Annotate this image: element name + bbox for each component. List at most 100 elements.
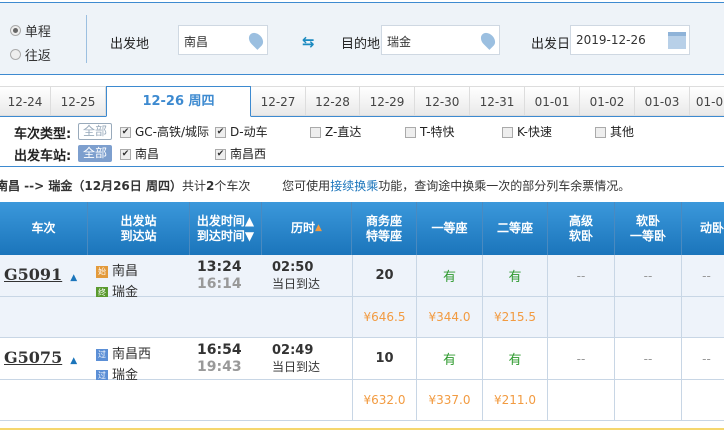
transfer-link[interactable]: 接续换乘	[330, 179, 378, 193]
type-filter-checkbox[interactable]: ✔ D-动车	[215, 123, 268, 140]
date-tab[interactable]: 12-28	[306, 86, 360, 116]
date-tab[interactable]: 01-01	[525, 86, 580, 116]
station-filter-checkbox[interactable]: ✔ 南昌西	[215, 145, 266, 162]
col-duration[interactable]: 历时 ▲	[262, 202, 352, 255]
expand-arrow-icon[interactable]: ▲	[70, 273, 77, 283]
date-tab[interactable]: 12-30	[415, 86, 470, 116]
col-business: 商务座 特等座	[352, 202, 417, 255]
seat-availability-cell: --	[548, 255, 615, 296]
col-emu-label: 动卧	[699, 221, 724, 235]
col-business-l1: 商务座	[365, 213, 402, 228]
divider	[86, 15, 87, 63]
checkbox-icon: ✔	[120, 127, 131, 138]
checkbox-label: 其他	[610, 125, 635, 139]
col-emu-sleeper: 动卧	[682, 202, 724, 255]
calendar-icon[interactable]	[668, 32, 686, 49]
type-filter-label: 车次类型:	[14, 127, 72, 142]
price: ¥344.0	[428, 310, 471, 324]
arrival-note: 当日到达	[272, 360, 321, 374]
seat-availability: --	[702, 268, 711, 283]
round-trip-radio[interactable]: 往返	[10, 45, 51, 64]
col-dep-station: 出发站	[120, 213, 157, 228]
price-cell: ¥632.0	[352, 380, 417, 420]
round-trip-label: 往返	[24, 49, 51, 64]
seat-availability-cell[interactable]: 有	[417, 255, 483, 296]
seat-availability: --	[576, 351, 586, 366]
date-label: 出发日	[531, 37, 571, 52]
col-stations: 出发站 到达站	[88, 202, 190, 255]
train-number-link[interactable]: G5091 ▲	[4, 265, 77, 284]
type-filter-checkbox[interactable]: K-快速	[502, 123, 552, 140]
col-arr-station: 到达站	[120, 228, 157, 243]
date-tab[interactable]: 01-02	[580, 86, 635, 116]
count-prefix: 共计	[181, 179, 206, 193]
seat-availability-cell[interactable]: 10	[352, 338, 417, 379]
type-filter-checkbox[interactable]: 其他	[595, 123, 634, 140]
date-tab[interactable]: 12-29	[360, 86, 415, 116]
checkbox-label: 南昌	[135, 147, 160, 161]
sort-dep-time[interactable]: 出发时间▲	[197, 214, 254, 229]
price-cell: ¥337.0	[417, 380, 483, 420]
price-row: ¥646.5 ¥344.0 ¥215.5	[0, 297, 724, 338]
date-tab[interactable]: 12-26 周四	[106, 86, 251, 117]
tip-prefix: 您可使用	[282, 179, 331, 193]
result-summary: 南昌 --> 瑞金（12月26日 周四）共计2个车次 您可使用接续换乘功能，查询…	[0, 177, 630, 194]
seat-availability-cell[interactable]: 有	[483, 255, 548, 296]
type-filter-checkbox[interactable]: T-特快	[405, 123, 455, 140]
price-cell	[548, 297, 615, 337]
price: ¥215.5	[494, 310, 536, 324]
train-number[interactable]: G5091	[4, 265, 62, 284]
seat-availability-cell[interactable]: 20	[352, 255, 417, 296]
station-filter-checkbox[interactable]: ✔ 南昌	[120, 145, 159, 162]
type-filter-checkbox[interactable]: Z-直达	[310, 123, 361, 140]
one-way-radio[interactable]: 单程	[10, 21, 51, 40]
col-soft-sleeper: 软卧 一等卧	[615, 202, 682, 255]
swap-icon[interactable]: ⇆	[302, 33, 315, 51]
checkbox-icon	[595, 127, 606, 138]
one-way-label: 单程	[24, 25, 51, 40]
checkbox-icon: ✔	[215, 149, 226, 160]
col-first-label: 一等座	[431, 221, 468, 235]
station-filter-label: 出发车站:	[14, 149, 72, 164]
train-number-link[interactable]: G5075 ▲	[4, 348, 77, 367]
arrival-note: 当日到达	[272, 277, 321, 291]
date-tab[interactable]: 12-27	[251, 86, 306, 116]
date-tab[interactable]: 01-0	[690, 86, 724, 116]
type-all-button[interactable]: 全部	[78, 123, 113, 140]
station-all-button[interactable]: 全部	[78, 145, 113, 162]
date-tab[interactable]: 12-24	[0, 86, 51, 116]
departure-time: 16:54	[197, 342, 242, 358]
expand-arrow-icon[interactable]: ▲	[70, 356, 77, 366]
seat-availability-cell[interactable]: 有	[483, 338, 548, 379]
checkbox-icon	[502, 127, 513, 138]
seat-availability-cell: --	[682, 338, 724, 379]
price-row: ¥632.0 ¥337.0 ¥211.0	[0, 380, 724, 421]
checkbox-label: GC-高铁/城际	[135, 125, 210, 139]
seat-availability-cell: --	[615, 255, 682, 296]
count-suffix: 个车次	[214, 179, 251, 193]
seat-availability: 10	[375, 351, 394, 366]
seat-availability: 20	[375, 268, 394, 283]
seat-availability: --	[643, 268, 653, 283]
price-cell	[548, 380, 615, 420]
train-number[interactable]: G5075	[4, 348, 62, 367]
checkbox-label: 南昌西	[230, 147, 267, 161]
seat-availability-cell: --	[615, 338, 682, 379]
sort-arr-time[interactable]: 到达时间▼	[197, 229, 254, 244]
date-tab[interactable]: 01-03	[635, 86, 690, 116]
price-cell: ¥646.5	[352, 297, 417, 337]
divider	[0, 166, 724, 167]
date-tab[interactable]: 12-25	[51, 86, 106, 116]
divider	[0, 428, 724, 430]
date-tab[interactable]: 12-31	[470, 86, 525, 116]
seat-availability: --	[702, 351, 711, 366]
seat-availability: 有	[508, 270, 522, 285]
price: ¥211.0	[494, 393, 536, 407]
type-filter-checkbox[interactable]: ✔ GC-高铁/城际	[120, 123, 209, 140]
price-cell: ¥344.0	[417, 297, 483, 337]
col-times[interactable]: 出发时间▲ 到达时间▼	[190, 202, 262, 255]
col-first: 一等座	[417, 202, 483, 255]
seat-availability-cell[interactable]: 有	[417, 338, 483, 379]
col-business-l2: 特等座	[365, 228, 402, 243]
origin-tag: 过	[96, 348, 108, 361]
